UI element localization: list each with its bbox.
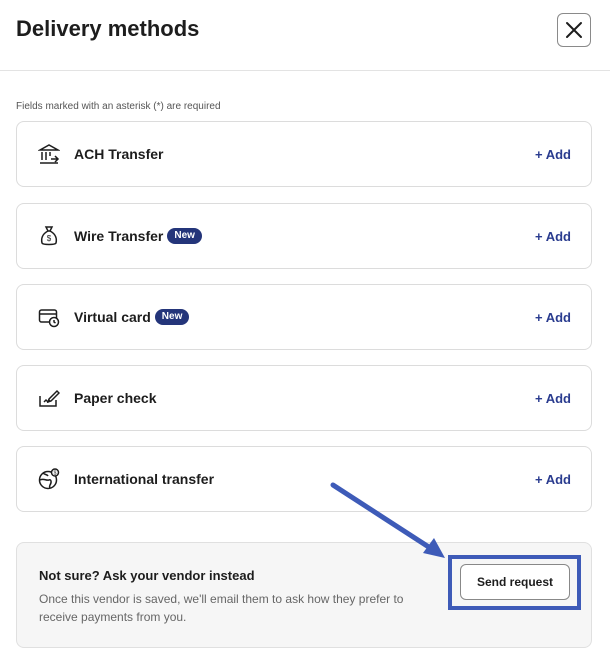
money-bag-icon: $ (40, 226, 58, 246)
add-paper-check-button[interactable]: + Add (535, 366, 571, 430)
delivery-method-label: ACH Transfer (74, 146, 164, 162)
globe-icon: $ (38, 468, 60, 490)
svg-text:$: $ (54, 471, 57, 477)
close-button[interactable] (557, 13, 591, 47)
svg-text:$: $ (47, 234, 52, 243)
modal-header: Delivery methods (0, 0, 610, 71)
new-badge: New (167, 228, 202, 244)
bank-icon (38, 144, 60, 164)
delivery-method-virtual-card[interactable]: Virtual card New + Add (16, 284, 592, 350)
vendor-request-description: Once this vendor is saved, we'll email t… (39, 592, 404, 624)
delivery-method-international[interactable]: $ International transfer + Add (16, 446, 592, 512)
page-title: Delivery methods (16, 16, 200, 41)
add-international-button[interactable]: + Add (535, 447, 571, 511)
delivery-method-wire[interactable]: $ Wire Transfer New + Add (16, 203, 592, 269)
card-clock-icon (38, 309, 60, 328)
delivery-method-ach[interactable]: ACH Transfer + Add (16, 121, 592, 187)
check-pen-icon (39, 389, 60, 407)
required-fields-hint: Fields marked with an asterisk (*) are r… (16, 101, 221, 112)
delivery-method-label: Paper check (74, 390, 157, 406)
add-wire-button[interactable]: + Add (535, 204, 571, 268)
delivery-method-label: International transfer (74, 471, 215, 487)
new-badge: New (154, 309, 190, 325)
delivery-method-label: Wire Transfer (74, 228, 164, 244)
vendor-request-title: Not sure? Ask your vendor instead (39, 568, 255, 583)
delivery-method-paper-check[interactable]: Paper check + Add (16, 365, 592, 431)
add-virtual-card-button[interactable]: + Add (535, 285, 571, 349)
annotation-highlight-box (448, 555, 581, 610)
delivery-method-label: Virtual card (74, 309, 151, 325)
add-ach-button[interactable]: + Add (535, 122, 571, 186)
close-icon (566, 22, 582, 38)
